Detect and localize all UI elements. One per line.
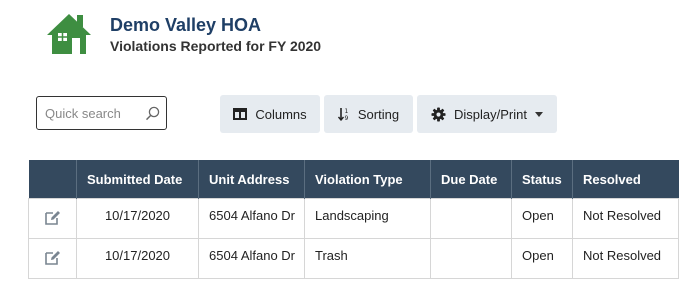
unit-address-cell: 6504 Alfano Dr <box>198 198 305 239</box>
edit-icon[interactable] <box>44 250 61 265</box>
edit-icon[interactable] <box>44 210 61 225</box>
unit-address-cell: 6504 Alfano Dr <box>198 238 305 279</box>
house-icon <box>46 14 92 57</box>
sorting-label: Sorting <box>357 106 400 122</box>
sort-icon: 1 9 <box>337 108 348 121</box>
status-cell: Open <box>511 238 573 279</box>
column-header-unit-address[interactable]: Unit Address <box>198 160 305 199</box>
table-header-row: Submitted Date Unit Address Violation Ty… <box>28 160 679 199</box>
due-date-cell <box>430 198 512 239</box>
violation-type-cell: Trash <box>304 238 431 279</box>
caret-down-icon <box>534 111 543 117</box>
search-input[interactable] <box>37 97 141 129</box>
org-name: Demo Valley HOA <box>110 15 262 35</box>
sorting-button[interactable]: 1 9 Sorting <box>324 95 413 133</box>
due-date-cell <box>430 238 512 279</box>
page-subtitle: Violations Reported for FY 2020 <box>110 38 322 54</box>
submitted-date-cell: 10/17/2020 <box>76 238 199 279</box>
edit-cell <box>28 238 77 279</box>
search-icon[interactable] <box>145 106 160 121</box>
resolved-cell: Not Resolved <box>572 198 679 239</box>
display-print-button[interactable]: Display/Print <box>417 95 557 133</box>
edit-cell <box>28 198 77 239</box>
status-cell: Open <box>511 198 573 239</box>
column-header-submitted-date[interactable]: Submitted Date <box>76 160 199 199</box>
svg-text:1: 1 <box>344 108 348 115</box>
violations-table: Submitted Date Unit Address Violation Ty… <box>28 160 679 279</box>
column-header-resolved[interactable]: Resolved <box>572 160 679 199</box>
columns-label: Columns <box>255 106 307 122</box>
resolved-cell: Not Resolved <box>572 238 679 279</box>
column-header-due-date[interactable]: Due Date <box>430 160 512 199</box>
quick-search <box>36 96 167 130</box>
gear-icon <box>431 106 446 122</box>
columns-button[interactable]: Columns <box>220 95 320 133</box>
violation-type-cell: Landscaping <box>304 198 431 239</box>
table-row: 10/17/2020 6504 Alfano Dr Landscaping Op… <box>28 198 679 239</box>
columns-icon <box>233 108 248 120</box>
column-header-actions <box>28 160 77 199</box>
column-header-status[interactable]: Status <box>511 160 573 199</box>
submitted-date-cell: 10/17/2020 <box>76 198 199 239</box>
display-print-label: Display/Print <box>454 106 527 122</box>
svg-text:9: 9 <box>344 115 348 121</box>
column-header-violation-type[interactable]: Violation Type <box>304 160 431 199</box>
table-row: 10/17/2020 6504 Alfano Dr Trash Open Not… <box>28 238 679 279</box>
